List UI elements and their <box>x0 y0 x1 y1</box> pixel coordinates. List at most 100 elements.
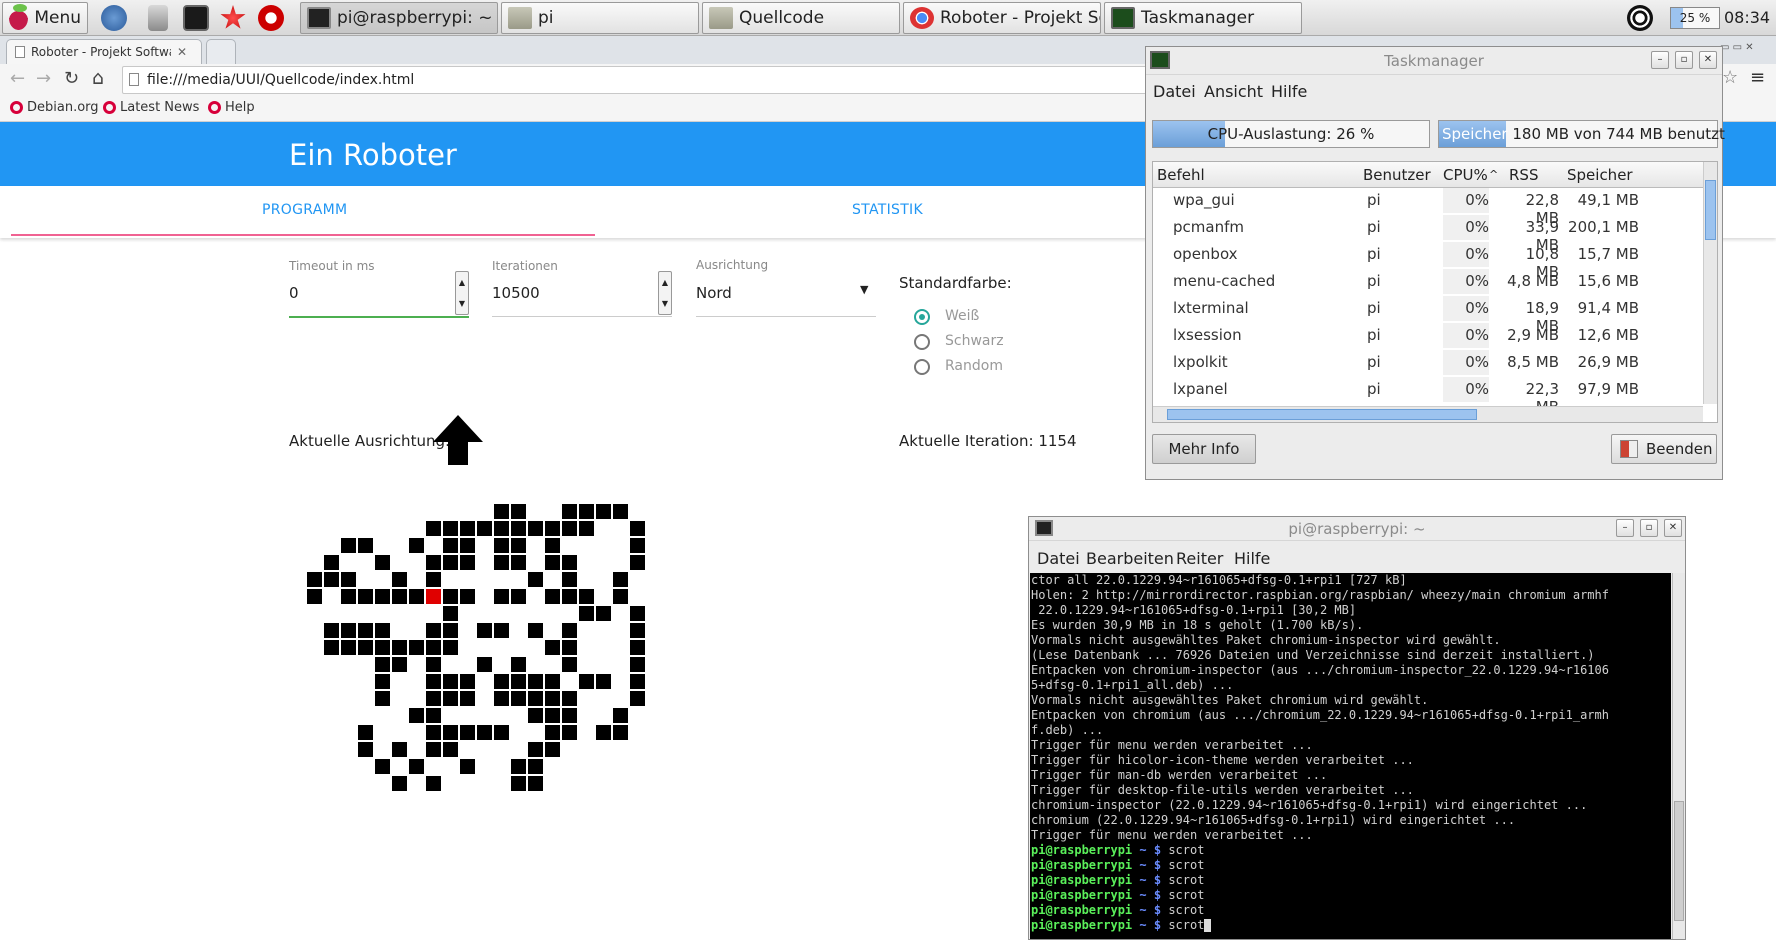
down-arrow-icon[interactable]: ▼ <box>659 293 671 314</box>
taskbar: Menu pi@raspberrypi: ~ pi Quellcode Robo… <box>0 0 1776 36</box>
menu-button[interactable]: Menu <box>2 2 88 34</box>
bookmark-debian[interactable]: Debian.org <box>10 100 99 115</box>
grid-cell <box>562 657 577 672</box>
beenden-button[interactable]: Beenden <box>1611 434 1717 464</box>
taskmanager-titlebar[interactable]: Taskmanager <box>1146 47 1722 75</box>
close-button[interactable]: ✕ <box>1664 519 1682 537</box>
process-row[interactable]: lxterminal pi 0% 18,9 MB 91,4 MB <box>1153 296 1703 335</box>
back-icon[interactable]: ← <box>10 68 25 89</box>
bookmark-help[interactable]: Help <box>208 100 255 115</box>
menu-bearbeiten[interactable]: Bearbeiten <box>1086 549 1174 568</box>
process-user: pi <box>1367 326 1381 344</box>
menu-icon[interactable]: ≡ <box>1750 67 1765 88</box>
grid-cell <box>545 555 560 570</box>
grid-cell <box>562 555 577 570</box>
cpu-monitor[interactable]: 25 % <box>1670 7 1720 29</box>
iterationen-stepper[interactable]: ▲ ▼ <box>658 271 672 315</box>
reload-icon[interactable]: ↻ <box>64 68 79 89</box>
new-tab-button[interactable] <box>206 39 236 64</box>
timeout-input[interactable]: 0 <box>289 284 299 302</box>
tab-programm[interactable]: PROGRAMM <box>262 202 347 218</box>
menu-datei[interactable]: Datei <box>1153 82 1196 101</box>
radio-weiss[interactable] <box>914 309 930 325</box>
taskbar-window-taskmanager[interactable]: Taskmanager <box>1104 2 1302 34</box>
menu-hilfe[interactable]: Hilfe <box>1234 549 1270 568</box>
tab-indicator <box>11 234 595 236</box>
tab-close-icon[interactable]: ✕ <box>177 45 187 59</box>
maximize-button[interactable]: ▫ <box>1640 519 1658 537</box>
prompt-command: scrot <box>1168 873 1205 887</box>
radio-schwarz[interactable] <box>914 334 930 350</box>
grid-cell <box>426 708 441 723</box>
process-row[interactable]: openbox pi 0% 10,8 MB 15,7 MB <box>1153 242 1703 281</box>
grid-cell <box>477 725 492 740</box>
taskbar-window-terminal[interactable]: pi@raspberrypi: ~ <box>300 2 498 34</box>
burst-icon[interactable] <box>220 5 246 29</box>
close-button[interactable]: ✕ <box>1699 51 1717 69</box>
wolfram-icon[interactable] <box>258 5 284 31</box>
down-arrow-icon[interactable]: ▼ <box>456 293 468 314</box>
column-speicher[interactable]: Speicher <box>1567 166 1633 184</box>
grid-cell <box>307 572 322 587</box>
menu-ansicht[interactable]: Ansicht <box>1204 82 1263 101</box>
terminal-output[interactable]: ctor all 22.0.1229.94~r161065+dfsg-0.1+r… <box>1030 573 1671 939</box>
mehr-info-button[interactable]: Mehr Info <box>1152 434 1256 464</box>
dropdown-arrow-icon[interactable]: ▼ <box>860 283 868 296</box>
column-befehl[interactable]: Befehl <box>1157 166 1205 184</box>
window-controls[interactable]: ▭ ▭ ✕ <box>1720 42 1754 53</box>
taskbar-window-pi[interactable]: pi <box>501 2 699 34</box>
process-row[interactable]: lxsession pi 0% 2,9 MB 12,6 MB <box>1153 323 1703 350</box>
column-benutzer[interactable]: Benutzer <box>1363 166 1431 184</box>
terminal-icon[interactable] <box>183 5 209 31</box>
wifi-icon[interactable] <box>1627 5 1653 31</box>
ausrichtung-select[interactable]: Nord <box>696 284 732 302</box>
process-row[interactable]: pcmanfm pi 0% 33,9 MB 200,1 MB <box>1153 215 1703 254</box>
iterationen-input[interactable]: 10500 <box>492 284 540 302</box>
file-manager-icon[interactable] <box>148 5 168 31</box>
clock[interactable]: 08:34 <box>1724 8 1770 27</box>
terminal-titlebar[interactable]: pi@raspberrypi: ~ <box>1029 517 1685 541</box>
taskbar-window-chromium[interactable]: Roboter - Projekt Soft... <box>903 2 1101 34</box>
menu-datei[interactable]: Datei <box>1037 549 1080 568</box>
process-row[interactable]: wpa_gui pi 0% 22,8 MB 49,1 MB <box>1153 188 1703 227</box>
debian-icon <box>103 101 116 114</box>
minimize-button[interactable]: – <box>1616 519 1634 537</box>
globe-icon[interactable] <box>101 5 127 31</box>
process-row[interactable]: lxpanelpi0%22,3 MB97,9 MB <box>1153 377 1703 416</box>
scrollbar-thumb[interactable] <box>1674 801 1684 921</box>
taskbar-window-quellcode[interactable]: Quellcode <box>702 2 900 34</box>
grid-cell <box>511 589 526 604</box>
scrollbar-thumb[interactable] <box>1705 180 1716 240</box>
process-rss: 2,9 MB <box>1507 326 1559 344</box>
home-icon[interactable]: ⌂ <box>92 67 104 89</box>
horizontal-scrollbar[interactable] <box>1153 406 1703 422</box>
timeout-stepper[interactable]: ▲ ▼ <box>455 271 469 315</box>
browser-tab[interactable]: Roboter - Projekt Software ✕ <box>6 39 202 64</box>
vertical-scrollbar[interactable] <box>1703 162 1717 404</box>
bookmark-latest-news[interactable]: Latest News <box>103 100 199 115</box>
grid-cell <box>494 504 509 519</box>
grid-cell <box>426 725 441 740</box>
terminal-scrollbar[interactable] <box>1672 573 1685 939</box>
bookmark-star-icon[interactable]: ☆ <box>1722 67 1738 88</box>
terminal-line: Trigger für hicolor-icon-theme werden ve… <box>1031 753 1414 767</box>
scrollbar-thumb[interactable] <box>1167 409 1477 420</box>
taskbar-window-label: pi@raspberrypi: ~ <box>337 8 493 28</box>
grid-cell <box>562 640 577 655</box>
up-arrow-icon[interactable]: ▲ <box>456 272 468 293</box>
process-row[interactable]: menu-cached pi 0% 4,8 MB 15,6 MB <box>1153 269 1703 296</box>
column-rss[interactable]: RSS <box>1509 166 1538 184</box>
tab-statistik[interactable]: STATISTIK <box>852 202 923 218</box>
up-arrow-icon[interactable]: ▲ <box>659 272 671 293</box>
column-cpu[interactable]: CPU% <box>1443 166 1488 184</box>
forward-icon[interactable]: → <box>36 68 51 89</box>
process-memory: 200,1 MB <box>1568 218 1639 236</box>
grid-cell <box>392 657 407 672</box>
maximize-button[interactable]: ▫ <box>1675 51 1693 69</box>
folder-icon <box>709 7 733 29</box>
menu-hilfe[interactable]: Hilfe <box>1271 82 1307 101</box>
menu-reiter[interactable]: Reiter <box>1176 549 1223 568</box>
minimize-button[interactable]: – <box>1651 51 1669 69</box>
radio-random[interactable] <box>914 359 930 375</box>
process-row[interactable]: lxpolkit pi 0% 8,5 MB 26,9 MB <box>1153 350 1703 377</box>
